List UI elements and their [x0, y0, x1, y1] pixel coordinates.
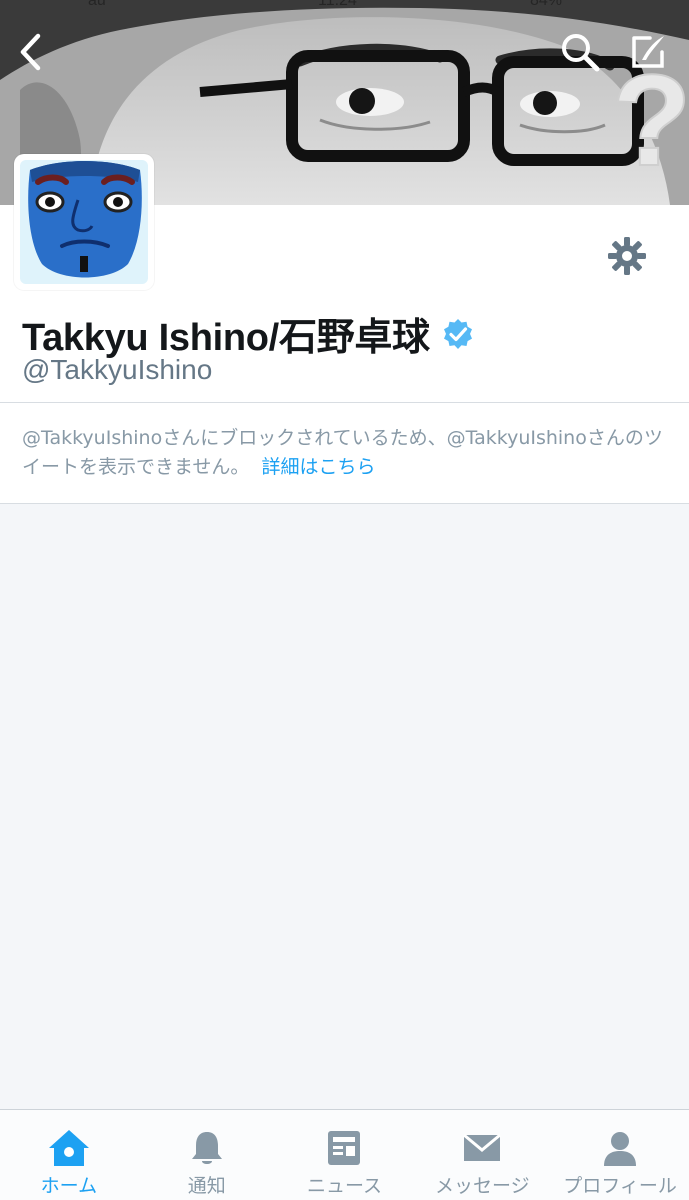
tab-profile[interactable]: プロフィール — [551, 1110, 689, 1200]
status-time: 11:24 — [318, 0, 357, 9]
avatar[interactable] — [14, 154, 154, 290]
divider — [0, 402, 689, 403]
bell-icon — [191, 1132, 222, 1164]
tab-bar: ホーム 通知 ニュース メッセージ プロフィール — [0, 1109, 689, 1200]
search-icon — [562, 34, 600, 72]
profile-handle: @TakkyuIshino — [22, 354, 213, 385]
chevron-left-icon — [20, 33, 41, 71]
tab-news[interactable]: ニュース — [276, 1110, 414, 1200]
tab-label: 通知 — [187, 1175, 226, 1197]
tab-notifications[interactable]: 通知 — [138, 1110, 276, 1200]
tab-label: ホーム — [40, 1175, 98, 1197]
tab-label: メッセージ — [434, 1175, 530, 1197]
blocked-notice: @TakkyuIshinoさんにブロックされているため、@TakkyuIshin… — [22, 424, 672, 482]
tab-home[interactable]: ホーム — [0, 1110, 138, 1200]
search-button[interactable] — [556, 28, 604, 76]
settings-button[interactable] — [604, 233, 650, 279]
profile-name-row: Takkyu Ishino/石野卓球 — [22, 306, 474, 361]
carrier-label: au — [88, 0, 106, 9]
compose-icon — [632, 36, 664, 68]
learn-more-link[interactable]: 詳細はこちら — [261, 456, 375, 478]
tab-messages[interactable]: メッセージ — [413, 1110, 551, 1200]
back-button[interactable] — [10, 28, 50, 76]
empty-timeline-area — [0, 504, 689, 1110]
gear-icon — [608, 237, 646, 275]
status-bar: au 11:24 84% — [0, 0, 689, 9]
home-icon — [48, 1130, 89, 1166]
avatar-image — [20, 160, 148, 284]
envelope-icon — [463, 1133, 502, 1161]
news-icon — [328, 1131, 361, 1165]
display-name: Takkyu Ishino/石野卓球 — [22, 317, 430, 359]
tab-label: ニュース — [306, 1175, 383, 1197]
compose-button[interactable] — [624, 28, 672, 76]
person-icon — [604, 1132, 637, 1166]
battery-label: 84% — [530, 0, 563, 9]
verified-badge-icon — [443, 318, 472, 349]
tab-label: プロフィール — [563, 1175, 677, 1197]
